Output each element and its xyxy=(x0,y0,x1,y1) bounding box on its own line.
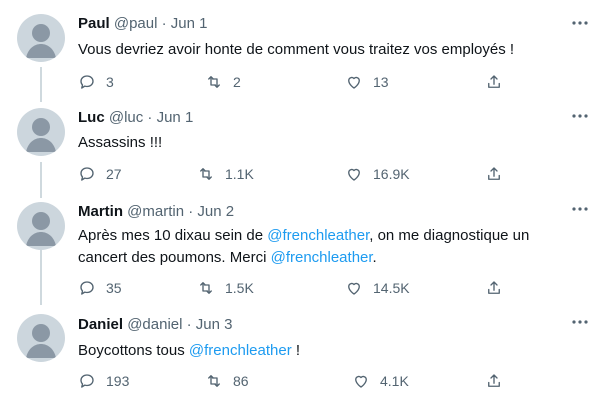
reply-button[interactable]: 35 xyxy=(78,279,122,297)
retweet-icon xyxy=(200,168,212,180)
like-icon xyxy=(348,168,360,181)
author-handle[interactable]: @paul xyxy=(114,15,158,32)
default-avatar-icon xyxy=(26,324,56,358)
author-name[interactable]: Daniel xyxy=(78,316,123,333)
share-icon xyxy=(488,75,500,88)
separator-dot: · xyxy=(147,109,153,126)
author-handle[interactable]: @martin xyxy=(127,203,184,220)
share-icon xyxy=(488,281,500,294)
share-button[interactable] xyxy=(485,73,513,91)
share-icon xyxy=(488,167,500,180)
separator-dot: · xyxy=(161,15,167,32)
avatar[interactable] xyxy=(17,14,65,62)
like-icon xyxy=(348,282,360,295)
mention-link[interactable]: @frenchleather xyxy=(271,249,373,266)
share-button[interactable] xyxy=(485,372,513,390)
reply-icon xyxy=(80,75,94,89)
reply-count: 193 xyxy=(106,373,130,389)
retweet-button[interactable]: 86 xyxy=(205,372,249,390)
like-button[interactable]: 13 xyxy=(345,73,389,91)
separator-dot: · xyxy=(186,316,192,333)
reply-icon xyxy=(80,167,94,181)
like-button[interactable]: 14.5K xyxy=(345,279,410,297)
author-name[interactable]: Paul xyxy=(78,15,110,32)
author-handle[interactable]: @daniel xyxy=(127,316,182,333)
avatar[interactable] xyxy=(17,314,65,362)
reply-count: 35 xyxy=(106,280,122,296)
reply-icon xyxy=(80,374,94,388)
tweet[interactable]: Martin @martin · Jun 2 Après mes 10 dixa… xyxy=(0,193,596,305)
retweet-button[interactable]: 2 xyxy=(205,73,241,91)
tweet-date[interactable]: Jun 1 xyxy=(171,15,208,32)
author-handle[interactable]: @luc xyxy=(109,109,143,126)
mention-link[interactable]: @frenchleather xyxy=(189,342,292,359)
more-icon[interactable] xyxy=(570,111,590,121)
reply-count: 3 xyxy=(106,74,114,90)
reply-icon xyxy=(80,281,94,295)
reply-button[interactable]: 193 xyxy=(78,372,129,390)
like-icon xyxy=(348,76,360,89)
retweet-count: 86 xyxy=(233,373,249,389)
tweet-text: Boycottons tous @frenchleather ! xyxy=(78,342,301,359)
retweet-icon xyxy=(208,375,220,387)
retweet-count: 1.5K xyxy=(225,280,254,296)
tweet[interactable]: Luc @luc · Jun 1 Assassins !!! 27 1.1K 1… xyxy=(0,100,596,193)
default-avatar-icon xyxy=(26,212,56,246)
like-button[interactable]: 16.9K xyxy=(345,165,410,183)
more-icon[interactable] xyxy=(570,18,590,28)
like-button[interactable]: 4.1K xyxy=(352,372,409,390)
default-avatar-icon xyxy=(26,24,56,58)
like-icon xyxy=(355,375,367,388)
reply-count: 27 xyxy=(106,166,122,182)
retweet-button[interactable]: 1.5K xyxy=(197,279,254,297)
tweet-date[interactable]: Jun 1 xyxy=(157,109,194,126)
tweet[interactable]: Daniel @daniel · Jun 3 Boycottons tous @… xyxy=(0,305,596,401)
retweet-count: 1.1K xyxy=(225,166,254,182)
author-name[interactable]: Luc xyxy=(78,109,105,126)
reply-button[interactable]: 27 xyxy=(78,165,122,183)
more-icon[interactable] xyxy=(570,204,590,214)
share-icon xyxy=(488,374,500,387)
tweet-text: Vous devriez avoir honte de comment vous… xyxy=(78,41,515,58)
avatar[interactable] xyxy=(17,108,65,156)
reply-button[interactable]: 3 xyxy=(78,73,114,91)
avatar[interactable] xyxy=(17,202,65,250)
retweet-icon xyxy=(200,282,212,294)
mention-link[interactable]: @frenchleather xyxy=(267,227,369,244)
retweet-icon xyxy=(208,76,220,88)
tweet-date[interactable]: Jun 2 xyxy=(197,203,234,220)
retweet-count: 2 xyxy=(233,74,241,90)
more-icon[interactable] xyxy=(570,317,590,327)
author-name[interactable]: Martin xyxy=(78,203,123,220)
tweet-date[interactable]: Jun 3 xyxy=(196,316,233,333)
share-button[interactable] xyxy=(485,279,513,297)
like-count: 4.1K xyxy=(380,373,409,389)
share-button[interactable] xyxy=(485,165,513,183)
tweet-text: Assassins !!! xyxy=(78,134,163,151)
like-count: 16.9K xyxy=(373,166,410,182)
tweet[interactable]: Paul @paul · Jun 1 Vous devriez avoir ho… xyxy=(0,0,596,100)
like-count: 14.5K xyxy=(373,280,410,296)
retweet-button[interactable]: 1.1K xyxy=(197,165,254,183)
default-avatar-icon xyxy=(26,118,56,152)
like-count: 13 xyxy=(373,74,389,90)
separator-dot: · xyxy=(188,203,194,220)
tweet-text: Après mes 10 dixau sein de @frenchleathe… xyxy=(78,227,530,266)
